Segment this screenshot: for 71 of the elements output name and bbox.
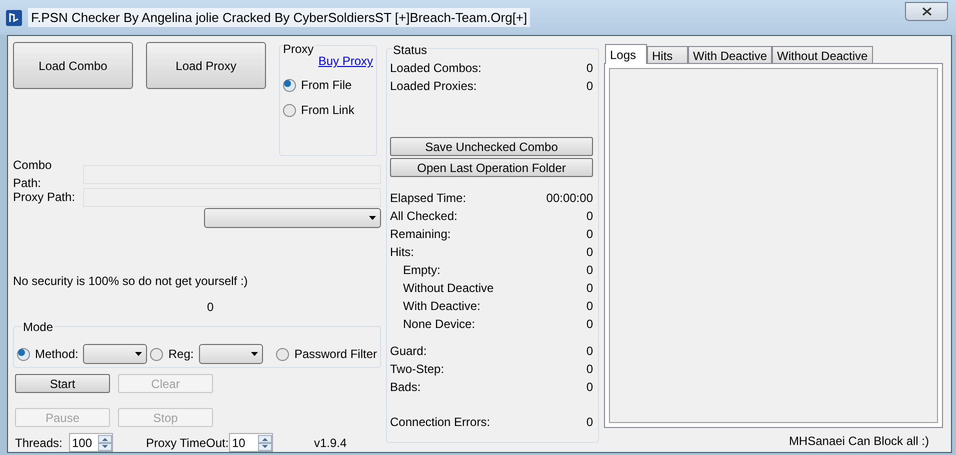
stat-label: Hits: — [390, 244, 414, 261]
stat-value: 0 — [586, 316, 593, 333]
stat-label: All Checked: — [390, 208, 458, 225]
radio-button[interactable] — [150, 348, 164, 360]
stat-value: 0 — [586, 414, 593, 431]
stat-value: 0 — [586, 262, 593, 279]
stat-label: Loaded Combos: — [390, 60, 482, 77]
tab[interactable]: With Deactive — [688, 46, 772, 63]
dropdown[interactable] — [83, 344, 148, 364]
stat-value: 0 — [586, 379, 593, 396]
stat-label: Loaded Proxies: — [390, 78, 477, 95]
stat-label: Without Deactive — [403, 280, 494, 297]
footer-text: MHSanaei Can Block all :) — [788, 433, 929, 450]
stat-value: 0 — [586, 298, 593, 315]
caret-icon — [135, 352, 142, 356]
stat-label: None Device: — [403, 316, 476, 333]
stat-label: Empty: — [403, 262, 440, 279]
stat-label: Guard: — [390, 343, 427, 360]
tab[interactable]: Logs — [605, 44, 647, 64]
timeout-label: Proxy TimeOut: — [146, 434, 229, 452]
spinner-arrows-icon — [98, 434, 112, 450]
dropdown[interactable] — [204, 208, 381, 228]
stat-value: 0 — [586, 280, 593, 297]
notice-text: No security is 100% so do not get yourself :) — [13, 273, 249, 290]
path-label: Proxy Path: — [13, 189, 76, 206]
tab[interactable]: Hits — [647, 46, 688, 63]
stat-value: 0 — [586, 78, 593, 95]
radio-button[interactable] — [283, 78, 296, 92]
radio-label: Password Filter — [294, 346, 377, 363]
counter-text: 0 — [207, 299, 215, 316]
number-spinner[interactable]: 10 — [229, 433, 273, 452]
stat-label: Two-Step: — [390, 361, 444, 378]
buy-proxy-link[interactable]: Buy Proxy — [318, 52, 373, 70]
tab[interactable]: Without Deactive — [772, 46, 873, 63]
stat-value: 0 — [586, 208, 593, 225]
radio-label: From Link — [301, 102, 354, 119]
radio-label: From File — [301, 77, 352, 94]
load-button[interactable]: Load Combo — [13, 42, 133, 89]
status-button[interactable]: Open Last Operation Folder — [390, 158, 593, 177]
close-icon — [922, 7, 932, 16]
radio-button[interactable] — [17, 348, 30, 360]
stat-value: 0 — [586, 60, 593, 77]
number-spinner[interactable]: 100 — [69, 433, 113, 452]
stat-value: 0 — [586, 361, 593, 378]
caret-icon — [369, 216, 376, 220]
spinner-arrows-icon — [258, 434, 272, 450]
stat-value: 0 — [586, 343, 593, 360]
status-button[interactable]: Save Unchecked Combo — [390, 137, 593, 156]
close-button[interactable] — [905, 2, 948, 21]
app-icon — [6, 10, 22, 26]
action-button[interactable]: Start — [15, 374, 110, 393]
stat-value: 00:00:00 — [546, 190, 593, 207]
threads-label: Threads: — [15, 434, 64, 452]
stat-value: 0 — [586, 244, 593, 261]
path-label: Combo Path: — [13, 157, 53, 192]
stat-label: Bads: — [390, 379, 421, 396]
radio-label: Reg: — [168, 346, 194, 363]
load-button[interactable]: Load Proxy — [146, 42, 266, 89]
stat-label: Elapsed Time: — [390, 190, 466, 207]
radio-label: Method: — [35, 346, 78, 363]
stat-label: With Deactive: — [403, 298, 480, 315]
version-text: v1.9.4 — [314, 434, 347, 452]
radio-button[interactable] — [276, 348, 290, 360]
dropdown[interactable] — [198, 344, 263, 364]
window-title: F.PSN Checker By Angelina jolie Cracked By CyberSoldiersST [+]Breach-Team.Org[+] — [28, 8, 530, 28]
caret-icon — [250, 352, 258, 356]
stat-label: Connection Errors: — [390, 414, 490, 431]
stat-label: Remaining: — [390, 226, 451, 243]
stat-value: 0 — [586, 226, 593, 243]
radio-button[interactable] — [283, 104, 296, 116]
path-field[interactable] — [83, 188, 381, 206]
